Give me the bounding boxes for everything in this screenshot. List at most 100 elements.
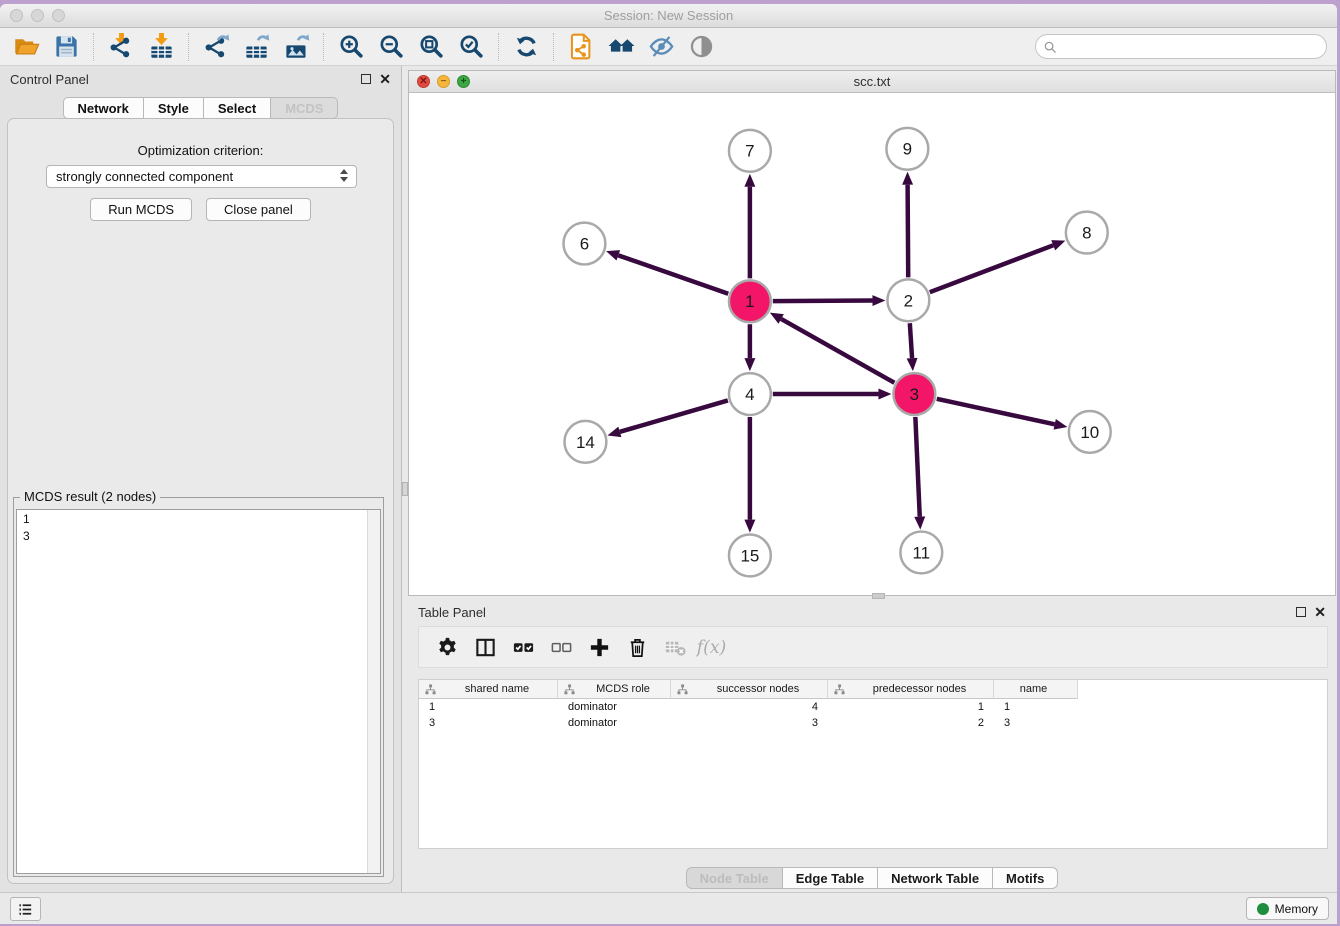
close-panel-button[interactable]: Close panel bbox=[206, 198, 311, 221]
table-row[interactable]: 1dominator411 bbox=[419, 699, 1078, 715]
table-close-panel-icon[interactable]: ✕ bbox=[1314, 604, 1326, 621]
search-input[interactable] bbox=[1062, 36, 1318, 57]
zoom-selected-button[interactable] bbox=[451, 31, 491, 63]
graph-arrowhead-4-3 bbox=[878, 389, 891, 400]
table-float-panel-icon[interactable] bbox=[1296, 607, 1306, 617]
delete-row-button[interactable] bbox=[624, 634, 650, 660]
graph-edge-4-14[interactable] bbox=[620, 400, 728, 431]
table-cell[interactable]: 3 bbox=[994, 715, 1078, 731]
float-panel-icon[interactable] bbox=[361, 74, 371, 84]
tab-node-table[interactable]: Node Table bbox=[686, 867, 783, 889]
graph-arrowhead-2-3 bbox=[907, 358, 918, 371]
table-cell[interactable]: 1 bbox=[828, 699, 994, 715]
network-window-titlebar: ✕ − + scc.txt bbox=[409, 71, 1335, 93]
graph-node-label-3: 3 bbox=[910, 385, 919, 404]
graph-edge-2-8[interactable] bbox=[930, 245, 1053, 292]
zoom-out-button[interactable] bbox=[371, 31, 411, 63]
table-cell[interactable]: 3 bbox=[419, 715, 558, 731]
column-label: MCDS role bbox=[580, 683, 670, 695]
settings-button[interactable] bbox=[434, 634, 460, 660]
table-cell[interactable]: 1 bbox=[994, 699, 1078, 715]
run-mcds-button[interactable]: Run MCDS bbox=[90, 198, 192, 221]
table-cell[interactable]: 1 bbox=[419, 699, 558, 715]
add-row-button[interactable] bbox=[586, 634, 612, 660]
graph-edge-2-3[interactable] bbox=[910, 323, 912, 358]
graph-edge-3-1[interactable] bbox=[781, 319, 894, 383]
mcds-result-text[interactable]: 13 bbox=[16, 509, 381, 874]
table-row[interactable]: 3dominator323 bbox=[419, 715, 1078, 731]
export-image-icon bbox=[283, 33, 310, 60]
task-history-button[interactable] bbox=[10, 897, 41, 921]
column-header-shared-name[interactable]: shared name bbox=[419, 680, 558, 699]
open-session-button[interactable] bbox=[6, 31, 46, 63]
tab-network-table[interactable]: Network Table bbox=[878, 867, 993, 889]
export-image-button[interactable] bbox=[276, 31, 316, 63]
criterion-select[interactable]: strongly connected component bbox=[46, 165, 357, 188]
result-scrollbar[interactable] bbox=[367, 510, 380, 873]
toolbar-separator bbox=[93, 33, 94, 61]
table-cell[interactable]: dominator bbox=[558, 715, 671, 731]
table-cell[interactable]: 4 bbox=[671, 699, 828, 715]
export-network-button[interactable] bbox=[196, 31, 236, 63]
main-toolbar bbox=[0, 28, 1337, 66]
tab-edge-table[interactable]: Edge Table bbox=[783, 867, 878, 889]
close-panel-icon[interactable]: ✕ bbox=[379, 71, 391, 88]
new-network-file-icon bbox=[568, 33, 595, 60]
save-session-button[interactable] bbox=[46, 31, 86, 63]
graph-arrowhead-4-15 bbox=[744, 520, 755, 533]
tab-network[interactable]: Network bbox=[63, 97, 144, 119]
import-table-button[interactable] bbox=[141, 31, 181, 63]
column-header-predecessor-nodes[interactable]: predecessor nodes bbox=[828, 680, 994, 699]
panel-splitter[interactable] bbox=[401, 66, 408, 892]
table-cell[interactable]: dominator bbox=[558, 699, 671, 715]
window-title: Session: New Session bbox=[0, 8, 1337, 23]
show-panel-button[interactable] bbox=[681, 31, 721, 63]
graph-node-label-15: 15 bbox=[740, 546, 759, 565]
apply-layout-button[interactable] bbox=[506, 31, 546, 63]
deselect-all-button[interactable] bbox=[548, 634, 574, 660]
graph-edge-1-6[interactable] bbox=[618, 255, 728, 293]
column-label: predecessor nodes bbox=[850, 683, 993, 695]
graph-edge-3-10[interactable] bbox=[937, 399, 1055, 424]
graph-node-label-9: 9 bbox=[903, 140, 912, 159]
graph-edge-3-11[interactable] bbox=[915, 417, 919, 517]
export-network-icon bbox=[203, 33, 230, 60]
zoom-in-button[interactable] bbox=[331, 31, 371, 63]
zoom-fit-button[interactable] bbox=[411, 31, 451, 63]
toolbar-separator bbox=[323, 33, 324, 61]
import-network-button[interactable] bbox=[101, 31, 141, 63]
column-header-successor-nodes[interactable]: successor nodes bbox=[671, 680, 828, 699]
status-bar: Memory bbox=[0, 892, 1337, 924]
graph-edge-2-9[interactable] bbox=[908, 185, 909, 278]
hide-panel-button[interactable] bbox=[641, 31, 681, 63]
table-cell[interactable]: 3 bbox=[671, 715, 828, 731]
graph-node-label-7: 7 bbox=[745, 142, 754, 161]
table-cell[interactable]: 2 bbox=[828, 715, 994, 731]
search-box[interactable] bbox=[1035, 34, 1327, 59]
column-header-name[interactable]: name bbox=[994, 680, 1078, 699]
table-toolbar: f(x) bbox=[418, 626, 1328, 668]
split-panel-button[interactable] bbox=[472, 634, 498, 660]
memory-button[interactable]: Memory bbox=[1246, 897, 1329, 920]
toolbar-separator bbox=[553, 33, 554, 61]
column-header-MCDS-role[interactable]: MCDS role bbox=[558, 680, 671, 699]
network-view-window: ✕ − + scc.txt 7968124314101511 bbox=[408, 70, 1336, 596]
graph-node-label-11: 11 bbox=[913, 543, 931, 562]
select-all-button[interactable] bbox=[510, 634, 536, 660]
network-canvas[interactable]: 7968124314101511 bbox=[409, 93, 1335, 595]
function-builder-button: f(x) bbox=[700, 634, 726, 660]
graph-arrowhead-1-4 bbox=[744, 358, 755, 371]
open-session-icon bbox=[13, 33, 40, 60]
column-label: shared name bbox=[441, 683, 557, 695]
new-network-file-button[interactable] bbox=[561, 31, 601, 63]
tab-style[interactable]: Style bbox=[144, 97, 204, 119]
home-button[interactable] bbox=[601, 31, 641, 63]
tab-mcds[interactable]: MCDS bbox=[271, 97, 338, 119]
graph-edge-1-2[interactable] bbox=[773, 301, 873, 302]
export-table-button[interactable] bbox=[236, 31, 276, 63]
tab-motifs[interactable]: Motifs bbox=[993, 867, 1058, 889]
node-table: shared name MCDS rolesuccessor nodes prede… bbox=[418, 679, 1328, 849]
tab-select[interactable]: Select bbox=[204, 97, 271, 119]
graph-node-label-8: 8 bbox=[1082, 223, 1091, 242]
result-line: 3 bbox=[23, 528, 380, 545]
